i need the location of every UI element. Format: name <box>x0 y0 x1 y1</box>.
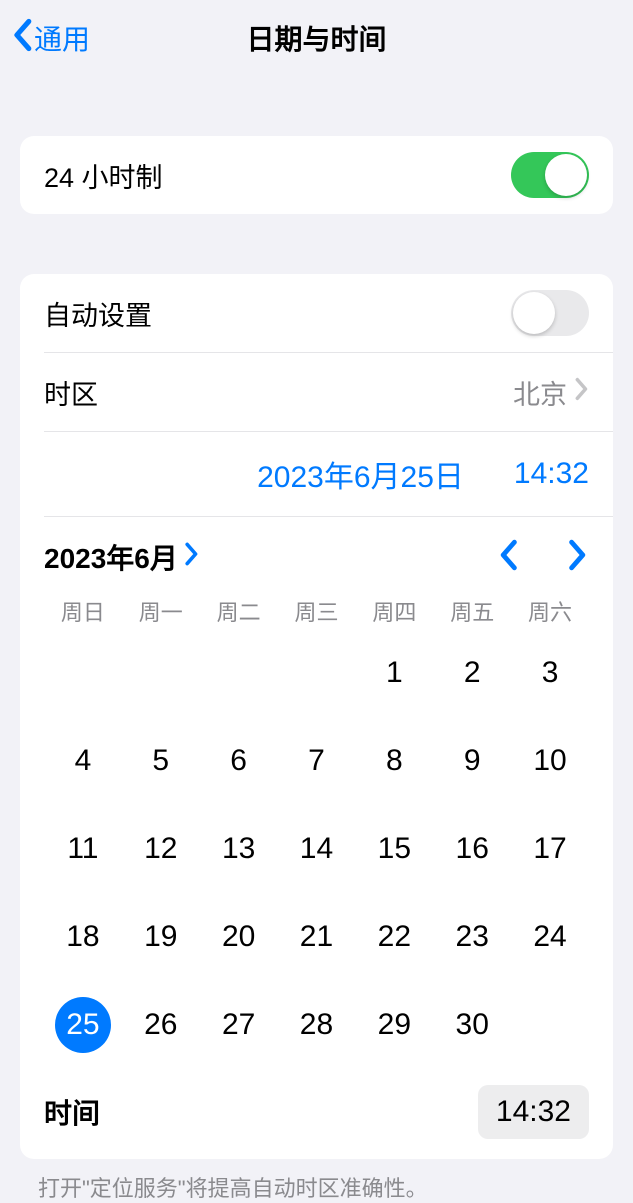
day-cell[interactable]: 8 <box>355 733 433 789</box>
day-cell[interactable]: 14 <box>278 821 356 877</box>
timezone-value: 北京 <box>513 373 567 412</box>
weekday-label: 周六 <box>511 595 589 627</box>
day-blank <box>122 645 200 701</box>
day-cell[interactable]: 4 <box>44 733 122 789</box>
auto-set-label: 自动设置 <box>44 294 152 333</box>
page-title: 日期与时间 <box>246 18 386 58</box>
day-cell[interactable]: 19 <box>122 909 200 965</box>
weekday-label: 周一 <box>122 595 200 627</box>
time-display[interactable]: 14:32 <box>514 457 589 491</box>
day-cell[interactable]: 26 <box>122 997 200 1053</box>
day-cell[interactable]: 3 <box>511 645 589 701</box>
day-cell[interactable]: 9 <box>433 733 511 789</box>
day-cell[interactable]: 10 <box>511 733 589 789</box>
day-cell[interactable]: 12 <box>122 821 200 877</box>
month-picker-button[interactable]: 2023年6月 <box>44 537 200 577</box>
timezone-row[interactable]: 时区 北京 <box>20 353 613 431</box>
day-cell[interactable]: 27 <box>200 997 278 1053</box>
back-button[interactable]: 通用 <box>10 18 90 59</box>
auto-set-toggle[interactable] <box>511 290 589 336</box>
day-cell[interactable]: 24 <box>511 909 589 965</box>
day-cell[interactable]: 20 <box>200 909 278 965</box>
calendar: 2023年6月 周日周一周二周三周四周五周六 12345678 <box>20 517 613 1077</box>
day-cell[interactable]: 11 <box>44 821 122 877</box>
day-cell[interactable]: 1 <box>355 645 433 701</box>
chevron-right-icon <box>184 541 200 573</box>
day-cell[interactable]: 18 <box>44 909 122 965</box>
chevron-left-icon <box>10 18 34 59</box>
twenty-four-hour-row: 24 小时制 <box>20 136 613 214</box>
back-label: 通用 <box>34 18 90 58</box>
day-cell[interactable]: 6 <box>200 733 278 789</box>
toggle-knob <box>545 154 587 196</box>
time-picker-button[interactable]: 14:32 <box>478 1085 589 1139</box>
day-blank <box>44 645 122 701</box>
chevron-left-icon <box>497 539 519 576</box>
day-cell[interactable]: 16 <box>433 821 511 877</box>
day-cell[interactable]: 23 <box>433 909 511 965</box>
twenty-four-hour-toggle[interactable] <box>511 152 589 198</box>
day-cell[interactable]: 7 <box>278 733 356 789</box>
day-cell[interactable]: 5 <box>122 733 200 789</box>
weekday-label: 周四 <box>355 595 433 627</box>
month-label: 2023年6月 <box>44 537 178 577</box>
day-cell[interactable]: 21 <box>278 909 356 965</box>
twenty-four-hour-label: 24 小时制 <box>44 156 163 195</box>
weekday-label: 周日 <box>44 595 122 627</box>
day-cell[interactable]: 30 <box>433 997 511 1053</box>
day-cell[interactable]: 13 <box>200 821 278 877</box>
prev-month-button[interactable] <box>497 539 519 576</box>
day-blank <box>200 645 278 701</box>
chevron-right-icon <box>567 539 589 576</box>
time-row: 时间 14:32 <box>20 1077 613 1159</box>
date-display[interactable]: 2023年6月25日 <box>257 452 464 496</box>
time-label: 时间 <box>44 1092 100 1132</box>
day-cell[interactable]: 22 <box>355 909 433 965</box>
datetime-summary-row: 2023年6月25日 14:32 <box>20 432 613 516</box>
footer-note: 打开"定位服务"将提高自动时区准确性。 <box>0 1159 633 1203</box>
next-month-button[interactable] <box>567 539 589 576</box>
timezone-label: 时区 <box>44 373 98 412</box>
day-cell[interactable]: 28 <box>278 997 356 1053</box>
day-cell[interactable]: 17 <box>511 821 589 877</box>
chevron-right-icon <box>575 377 589 408</box>
day-blank <box>278 645 356 701</box>
weekday-label: 周二 <box>200 595 278 627</box>
weekday-label: 周三 <box>278 595 356 627</box>
day-cell[interactable]: 29 <box>355 997 433 1053</box>
weekday-label: 周五 <box>433 595 511 627</box>
auto-set-row: 自动设置 <box>20 274 613 352</box>
day-cell[interactable]: 2 <box>433 645 511 701</box>
day-cell[interactable]: 15 <box>355 821 433 877</box>
day-selected[interactable]: 25 <box>55 997 111 1053</box>
toggle-knob <box>513 292 555 334</box>
